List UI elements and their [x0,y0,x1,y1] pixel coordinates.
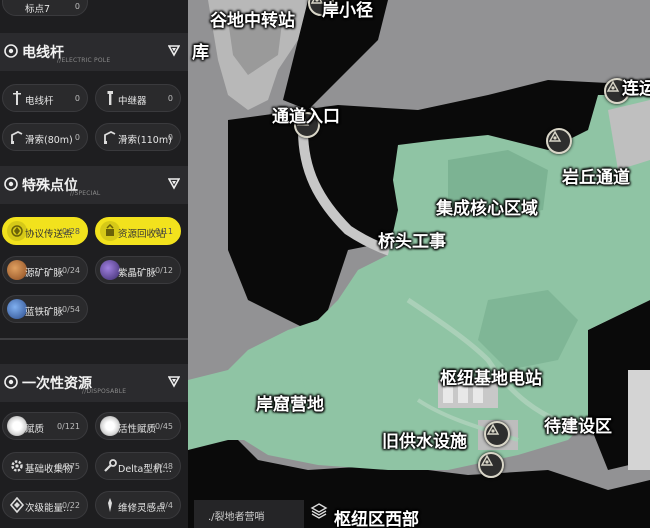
teleport-marker-icon[interactable] [546,128,572,154]
energy-icon [7,495,27,515]
item-count: 0 [167,94,173,103]
item-count: 0/11 [155,227,173,236]
map-label-bridgehead-fort: 桥头工事 [378,232,446,252]
section-header-disposable[interactable]: 一次性资源 //DISPOSABLE [0,364,188,402]
map-label-passage-entrance: 通道入口 [272,107,340,127]
item-electric-pole[interactable]: 电线杆 0 [2,84,88,112]
item-label: 赋质 [25,424,45,435]
blue-iron-icon [7,299,27,319]
item-source-ore-vein[interactable]: 源矿矿脉 0/24 [2,256,88,284]
map-label-partial-east: 连运 [622,79,650,99]
zipline-icon [7,127,27,147]
section-subtitle: //SPECIAL [70,190,101,197]
item-recycle-station[interactable]: 资源回收站 0/11 [95,217,181,245]
item-count: 0/22 [62,501,80,510]
inspiration-icon [100,495,120,515]
item-repair-inspiration[interactable]: 维修灵感点 0/4 [95,491,181,519]
item-label: 中继器 [118,96,147,107]
item-secondary-energy[interactable]: 次级能量… 0/22 [2,491,88,519]
map-label-warehouse: 库 [192,43,209,63]
sidebar: 标点7 0 电线杆 //ELECTRIC POLE 电线杆 0 中继器 0 滑索… [0,0,188,528]
item-count: 0/48 [155,462,173,471]
item-count: 0/28 [62,227,80,236]
item-zipline-110m[interactable]: 滑索(110m) 0 [95,123,181,151]
item-count: 0/121 [56,422,80,431]
map-label-old-water-facility: 旧供水设施 [382,432,467,452]
map-label-hub-base-power-station: 枢纽基地电站 [440,369,542,389]
item-fuzhi[interactable]: 赋质 0/121 [2,412,88,440]
item-active-fuzhi[interactable]: 活性赋质 0/45 [95,412,181,440]
item-count: 0/24 [62,266,80,275]
item-amethyst-vein[interactable]: 紫晶矿脉 0/12 [95,256,181,284]
item-label: 维修灵感点 [118,503,166,514]
teleport-marker-icon[interactable] [484,421,510,447]
item-count: 0 [167,133,173,142]
item-count: 0/275 [56,462,80,471]
map-label-valley-transfer-station: 谷地中转站 [210,11,295,31]
item-label: 电线杆 [25,96,54,107]
section-subtitle: //DISPOSABLE [82,388,127,395]
collapse-toggle-icon[interactable] [168,45,180,57]
map-label-shore-cave-camp: 岸窟营地 [256,395,324,415]
map-label-shore-path: 岸小径 [322,1,373,21]
item-label: 活性赋质 [118,424,157,435]
pole-icon [7,88,27,108]
marker-item-7[interactable]: 标点7 0 [2,0,88,16]
item-relay[interactable]: 中继器 0 [95,84,181,112]
collapse-toggle-icon[interactable] [168,178,180,190]
gear-icon [7,456,27,476]
item-delta-machine[interactable]: Delta型机… 0/48 [95,452,181,480]
map-label-construction-zone: 待建设区 [544,417,612,437]
item-count: 0 [74,94,80,103]
orb-icon [100,416,120,436]
item-label: 标点7 [25,4,51,15]
target-icon [4,177,18,191]
item-basic-collectible[interactable]: 基础收集物 0/275 [2,452,88,480]
collapse-toggle-icon[interactable] [168,376,180,388]
item-count: 0/54 [62,305,80,314]
item-label: 滑索(80m) [25,135,73,146]
target-icon [4,375,18,389]
item-label: 蓝铁矿脉 [25,307,64,318]
map-view[interactable]: 谷地中转站 岸小径 库 通道入口 岩丘通道 集成核心区域 桥头工事 枢纽基地电站… [188,0,650,528]
relay-icon [100,88,120,108]
item-blue-iron-vein[interactable]: 蓝铁矿脉 0/54 [2,295,88,323]
orb-icon [7,416,27,436]
ore-icon [7,260,27,280]
layers-icon [310,503,328,519]
section-header-electric-pole[interactable]: 电线杆 //ELECTRIC POLE [0,33,188,71]
amethyst-icon [100,260,120,280]
section-header-special[interactable]: 特殊点位 //SPECIAL [0,166,188,204]
map-label-rock-hill-passage: 岩丘通道 [562,168,630,188]
section-subtitle: //ELECTRIC POLE [57,57,111,64]
item-count: 0 [74,133,80,142]
teleport-icon [7,221,27,241]
item-zipline-80m[interactable]: 滑索(80m) 0 [2,123,88,151]
zipline-icon [100,127,120,147]
item-count: 0 [74,2,80,11]
map-label-hub-west: 枢纽区西部 [334,510,419,528]
item-label: 紫晶矿脉 [118,268,157,279]
item-count: 0/4 [160,501,173,510]
wrench-icon [100,456,120,476]
item-count: 0/12 [155,266,173,275]
item-label: 源矿矿脉 [25,268,64,279]
section-divider [0,338,188,340]
layers-button[interactable] [310,502,332,524]
current-location-text: ./裂地者营哨 [208,512,265,523]
current-location-label: ./裂地者营哨 [194,500,304,528]
target-icon [4,44,18,58]
teleport-marker-icon[interactable] [478,452,504,478]
map-label-integration-core-area: 集成核心区域 [436,199,538,219]
recycle-icon [100,221,120,241]
item-protocol-teleport[interactable]: 协议传送点 0/28 [2,217,88,245]
item-count: 0/45 [155,422,173,431]
item-label: 滑索(110m) [118,135,172,146]
